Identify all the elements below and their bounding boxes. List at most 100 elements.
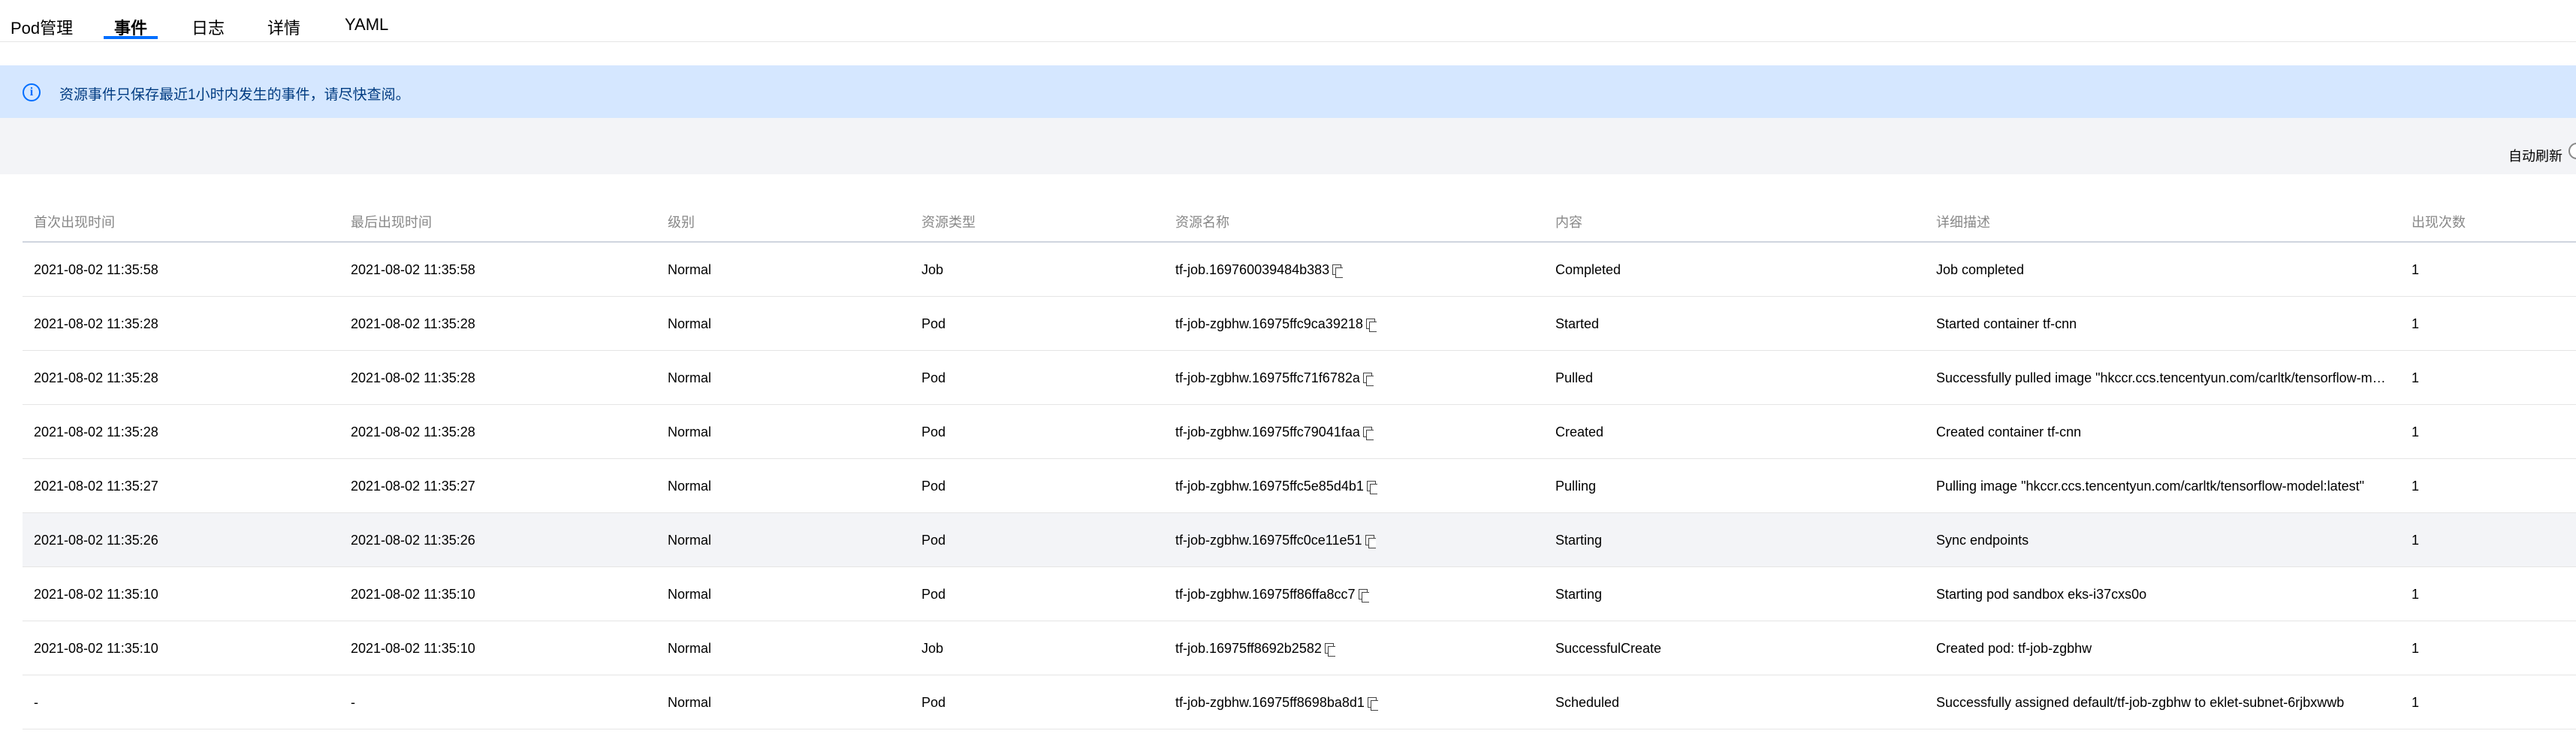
detail-cell: Successfully pulled image "hkccr.ccs.ten…: [1936, 370, 2389, 386]
first-seen-cell-text: 2021-08-02 11:35:26: [34, 533, 158, 548]
tab-logs[interactable]: 日志: [192, 15, 225, 42]
first-seen-cell-text: -: [34, 695, 38, 710]
resource-type-cell-text: Pod: [922, 533, 946, 548]
resource-name-cell-text: tf-job-zgbhw.16975ffc0ce11e51: [1175, 533, 1362, 548]
count-cell-text: 1: [2412, 533, 2420, 548]
resource-type-cell-text: Pod: [922, 370, 946, 385]
detail-cell-text: Successfully pulled image "hkccr.ccs.ten…: [1936, 370, 2389, 385]
table-row: 2021-08-02 11:35:10 2021-08-02 11:35:10 No…: [23, 621, 2576, 675]
resource-type-cell-text: Pod: [922, 424, 946, 439]
content-cell: SuccessfulCreate: [1555, 641, 1661, 657]
detail-cell-text: Sync endpoints: [1936, 533, 2029, 548]
events-table: 首次出现时间 最后出现时间 级别 资源类型 资源名称 内容 详细描述 出现次数 …: [23, 194, 2576, 729]
first-seen-cell-text: 2021-08-02 11:35:28: [34, 316, 158, 331]
level-cell: Normal: [668, 316, 711, 332]
content-cell-text: Completed: [1555, 262, 1621, 277]
level-cell: Normal: [668, 479, 711, 494]
level-cell: Normal: [668, 370, 711, 386]
last-seen-cell: 2021-08-02 11:35:58: [351, 262, 475, 278]
first-seen-cell: 2021-08-02 11:35:58: [34, 262, 158, 278]
detail-cell: Starting pod sandbox eks-i37cxs0o: [1936, 587, 2146, 603]
resource-type-cell-text: Job: [922, 641, 944, 656]
level-cell: Normal: [668, 587, 711, 603]
resource-type-cell: Pod: [922, 370, 946, 386]
copy-icon[interactable]: [1324, 643, 1335, 657]
count-cell-text: 1: [2412, 424, 2420, 439]
copy-icon[interactable]: [1366, 481, 1377, 494]
copy-icon[interactable]: [1365, 319, 1377, 332]
resource-type-cell: Pod: [922, 695, 946, 711]
last-seen-cell-text: 2021-08-02 11:35:28: [351, 370, 475, 385]
last-seen-cell: 2021-08-02 11:35:28: [351, 424, 475, 440]
count-cell-text: 1: [2412, 370, 2420, 385]
last-seen-cell: 2021-08-02 11:35:28: [351, 316, 475, 332]
resource-type-cell: Job: [922, 262, 943, 278]
auto-refresh-label: 自动刷新: [2508, 149, 2562, 164]
level-cell-text: Normal: [668, 424, 712, 439]
copy-icon[interactable]: [1362, 427, 1374, 440]
first-seen-cell-text: 2021-08-02 11:35:27: [34, 479, 158, 494]
first-seen-cell: 2021-08-02 11:35:10: [34, 641, 158, 657]
count-cell: 1: [2412, 262, 2419, 278]
resource-name-cell: tf-job-zgbhw.16975ff8698ba8d1: [1175, 695, 1378, 711]
first-seen-cell-text: 2021-08-02 11:35:10: [34, 587, 158, 602]
content-cell: Scheduled: [1555, 695, 1619, 711]
last-seen-cell: 2021-08-02 11:35:10: [351, 587, 475, 603]
first-seen-cell: 2021-08-02 11:35:28: [34, 424, 158, 440]
table-row: 2021-08-02 11:35:28 2021-08-02 11:35:28 No…: [23, 351, 2576, 405]
resource-type-cell: Pod: [922, 587, 946, 603]
resource-type-cell-text: Pod: [922, 316, 946, 331]
resource-name-cell-text: tf-job-zgbhw.16975ff86ffa8cc7: [1175, 587, 1356, 602]
resource-name-cell: tf-job-zgbhw.16975ffc9ca39218: [1175, 316, 1377, 332]
copy-icon[interactable]: [1358, 589, 1369, 603]
last-seen-cell: 2021-08-02 11:35:26: [351, 533, 475, 548]
resource-type-cell: Pod: [922, 479, 946, 494]
table-header: 首次出现时间 最后出现时间 级别 资源类型 资源名称 内容 详细描述 出现次数: [23, 194, 2576, 243]
copy-icon[interactable]: [1332, 264, 1344, 278]
resource-type-cell-text: Pod: [922, 587, 946, 602]
detail-cell-text: Starting pod sandbox eks-i37cxs0o: [1936, 587, 2147, 602]
copy-icon[interactable]: [1367, 697, 1378, 711]
column-header-level: 级别: [668, 215, 695, 230]
copy-icon[interactable]: [1365, 535, 1376, 548]
detail-cell: Pulling image "hkccr.ccs.tencentyun.com/…: [1936, 479, 2364, 494]
table-row: 2021-08-02 11:35:10 2021-08-02 11:35:10 No…: [23, 567, 2576, 621]
first-seen-cell-text: 2021-08-02 11:35:58: [34, 262, 158, 277]
count-cell-text: 1: [2412, 695, 2420, 710]
tab-yaml[interactable]: YAML: [345, 15, 388, 42]
resource-type-cell: Job: [922, 641, 943, 657]
first-seen-cell: -: [34, 695, 38, 711]
level-cell-text: Normal: [668, 641, 712, 656]
detail-cell-text: Started container tf-cnn: [1936, 316, 2077, 331]
info-notice: i 资源事件只保存最近1小时内发生的事件，请尽快查阅。: [0, 65, 2576, 118]
active-tab-indicator: [104, 36, 158, 39]
detail-cell: Sync endpoints: [1936, 533, 2029, 548]
tab-details[interactable]: 详情: [267, 15, 300, 42]
tab-pod-management[interactable]: Pod管理: [11, 15, 73, 42]
resource-type-cell: Pod: [922, 316, 946, 332]
toolbar: 自动刷新: [0, 118, 2576, 174]
first-seen-cell: 2021-08-02 11:35:10: [34, 587, 158, 603]
count-cell-text: 1: [2412, 587, 2420, 602]
count-cell-text: 1: [2412, 262, 2420, 277]
content-cell: Created: [1555, 424, 1603, 440]
content-cell: Completed: [1555, 262, 1621, 278]
resource-name-cell-text: tf-job-zgbhw.16975ff8698ba8d1: [1175, 695, 1365, 710]
column-header-last-seen: 最后出现时间: [351, 215, 432, 230]
column-header-resource-type: 资源类型: [922, 215, 976, 230]
level-cell-text: Normal: [668, 262, 712, 277]
table-row: - - Normal Pod tf-job-zgbhw.16975ff8698ba8d1…: [23, 675, 2576, 729]
resource-name-cell: tf-job.169760039484b383: [1175, 262, 1344, 278]
level-cell: Normal: [668, 641, 711, 657]
level-cell-text: Normal: [668, 533, 712, 548]
auto-refresh-toggle[interactable]: [2568, 143, 2576, 159]
table-row: 2021-08-02 11:35:26 2021-08-02 11:35:26 No…: [23, 513, 2576, 567]
resource-name-cell: tf-job-zgbhw.16975ffc79041faa: [1175, 424, 1374, 440]
count-cell: 1: [2412, 316, 2419, 332]
last-seen-cell: -: [351, 695, 355, 711]
content-cell: Pulled: [1555, 370, 1593, 386]
last-seen-cell-text: 2021-08-02 11:35:10: [351, 587, 475, 602]
resource-name-cell: tf-job-zgbhw.16975ff86ffa8cc7: [1175, 587, 1369, 603]
copy-icon[interactable]: [1362, 373, 1374, 386]
level-cell-text: Normal: [668, 587, 712, 602]
